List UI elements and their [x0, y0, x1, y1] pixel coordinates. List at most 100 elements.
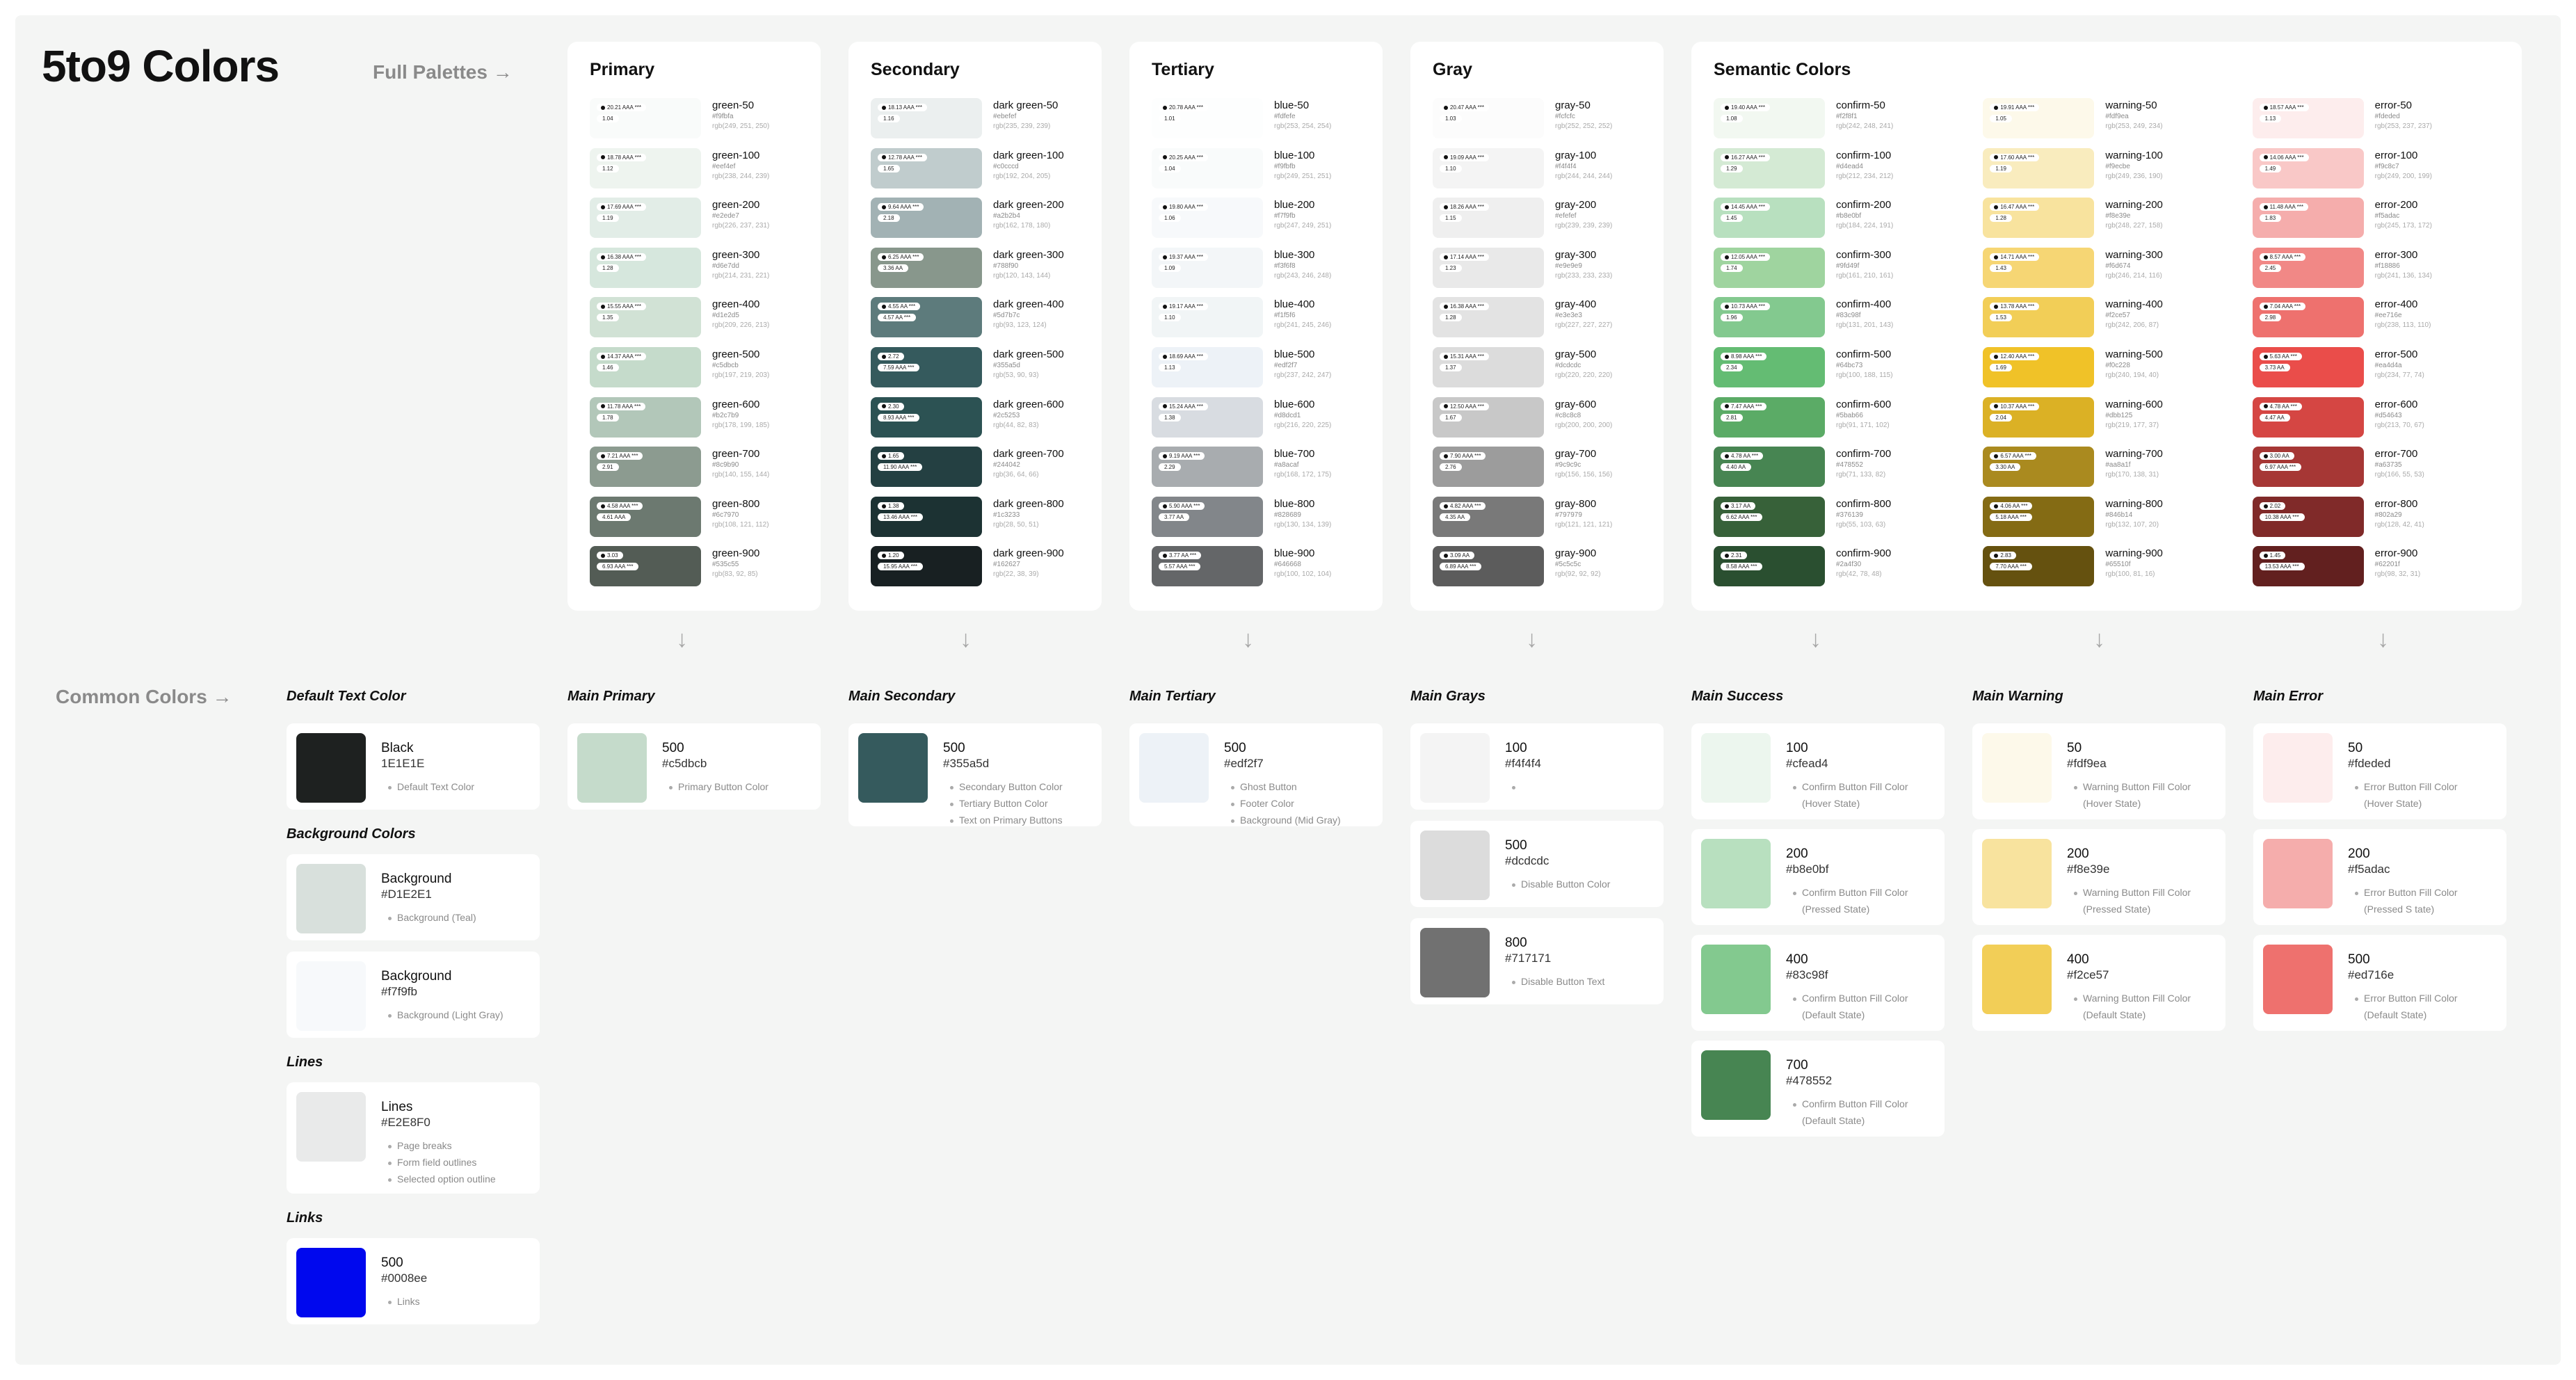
color-swatch[interactable]: 16.27 AAA *** 1.29	[1714, 147, 1825, 188]
color-swatch[interactable]: 7.21 AAA *** 2.91	[590, 447, 701, 488]
full-palettes-link[interactable]: Full Palettes →	[373, 61, 513, 83]
color-swatch[interactable]: 19.80 AAA *** 1.06	[1152, 198, 1263, 239]
color-swatch[interactable]: 8.57 AAA *** 2.45	[2252, 247, 2364, 288]
color-swatch[interactable]: 3.17 AA 6.62 AAA ***	[1714, 496, 1825, 537]
color-swatch[interactable]: 9.64 AAA *** 2.18	[871, 198, 982, 239]
color-card[interactable]: Background #f7f9fb Background (Light Gra…	[287, 952, 540, 1038]
color-card[interactable]: 500 #0008ee Links	[287, 1238, 540, 1324]
color-swatch[interactable]: 14.45 AAA *** 1.45	[1714, 198, 1825, 239]
color-swatch[interactable]: 18.78 AAA *** 1.12	[590, 147, 701, 188]
color-swatch[interactable]: 16.38 AAA *** 1.28	[1433, 297, 1544, 338]
swatch-rgb: rgb(249, 251, 251)	[1274, 172, 1332, 180]
contrast-pill: 3.36 AA	[878, 264, 909, 272]
contrast-pill: 4.82 AAA ***	[1440, 502, 1486, 510]
color-swatch[interactable]: 7.47 AAA *** 2.81	[1714, 396, 1825, 438]
common-colors-link[interactable]: Common Colors →	[56, 686, 232, 708]
color-swatch[interactable]: 18.69 AAA *** 1.13	[1152, 346, 1263, 387]
color-swatch[interactable]: 2.83 7.70 AAA ***	[1983, 546, 2095, 587]
color-swatch[interactable]: 11.78 AAA *** 1.78	[590, 396, 701, 438]
color-swatch[interactable]: 4.78 AA *** 4.47 AA	[2252, 396, 2364, 438]
color-card[interactable]: 400 #83c98f Confirm Button Fill Color (De…	[1691, 935, 1945, 1031]
contrast-pill: 1.65	[878, 452, 904, 460]
color-swatch[interactable]: 20.21 AAA *** 1.04	[590, 98, 701, 138]
color-card[interactable]: 50 #fdeded Error Button Fill Color (Hover…	[2253, 723, 2506, 819]
color-card[interactable]: 800 #717171 Disable Button Text	[1410, 918, 1664, 1004]
color-swatch[interactable]: 10.73 AAA *** 1.96	[1714, 297, 1825, 338]
color-swatch[interactable]: 18.26 AAA *** 1.15	[1433, 198, 1544, 239]
color-swatch[interactable]: 12.05 AAA *** 1.74	[1714, 247, 1825, 288]
color-swatch[interactable]: 2.02 10.38 AAA ***	[2252, 496, 2364, 537]
color-swatch[interactable]: 4.58 AAA *** 4.61 AAA	[590, 496, 701, 537]
color-swatch[interactable]: 6.25 AAA *** 3.36 AA	[871, 247, 982, 288]
color-swatch[interactable]: 18.57 AAA *** 1.13	[2252, 98, 2364, 138]
color-swatch[interactable]: 19.17 AAA *** 1.10	[1152, 297, 1263, 338]
swatch-info: dark green-900 #162627 rgb(22, 38, 39)	[993, 546, 1064, 579]
color-swatch[interactable]: 15.31 AAA *** 1.37	[1433, 346, 1544, 387]
color-swatch[interactable]: 2.30 8.93 AAA ***	[871, 396, 982, 438]
color-swatch[interactable]: 8.98 AAA *** 2.34	[1714, 346, 1825, 387]
color-swatch[interactable]: 3.03 6.93 AAA ***	[590, 546, 701, 587]
color-card[interactable]: Lines #E2E8F0 Page breaks Form field outl…	[287, 1082, 540, 1194]
color-swatch[interactable]: 17.60 AAA *** 1.19	[1983, 147, 2095, 188]
color-swatch[interactable]: 12.40 AAA *** 1.69	[1983, 346, 2095, 387]
color-swatch[interactable]: 17.69 AAA *** 1.19	[590, 198, 701, 239]
color-swatch[interactable]: 5.63 AA *** 3.73 AA	[2252, 346, 2364, 387]
color-card[interactable]: 500 #ed716e Error Button Fill Color (Defa…	[2253, 935, 2506, 1031]
color-swatch[interactable]: 7.90 AAA *** 2.76	[1433, 447, 1544, 488]
color-swatch[interactable]: 15.24 AAA *** 1.38	[1152, 396, 1263, 438]
color-swatch[interactable]: 4.78 AA *** 4.40 AA	[1714, 447, 1825, 488]
color-swatch[interactable]: 13.78 AAA *** 1.53	[1983, 297, 2095, 338]
color-swatch[interactable]: 9.19 AAA *** 2.29	[1152, 447, 1263, 488]
color-swatch[interactable]: 19.40 AAA *** 1.08	[1714, 98, 1825, 138]
color-card[interactable]: 200 #f5adac Error Button Fill Color (Pres…	[2253, 829, 2506, 925]
color-swatch[interactable]: 7.04 AAA *** 2.98	[2252, 297, 2364, 338]
color-swatch[interactable]: 16.38 AAA *** 1.28	[590, 247, 701, 288]
color-swatch[interactable]: 4.82 AAA *** 4.35 AA	[1433, 496, 1544, 537]
color-swatch[interactable]: 3.09 AA 6.89 AAA ***	[1433, 546, 1544, 587]
color-card[interactable]: 500 #355a5d Secondary Button Color Tertia…	[848, 723, 1102, 826]
color-swatch[interactable]: 11.48 AAA *** 1.83	[2252, 198, 2364, 239]
color-card[interactable]: 50 #fdf9ea Warning Button Fill Color (Hov…	[1972, 723, 2225, 819]
color-swatch[interactable]: 4.55 AA *** 4.57 AA ***	[871, 297, 982, 338]
color-card[interactable]: 500 #dcdcdc Disable Button Color	[1410, 821, 1664, 907]
color-card[interactable]: 700 #478552 Confirm Button Fill Color (De…	[1691, 1041, 1945, 1137]
color-swatch[interactable]: 20.47 AAA *** 1.03	[1433, 98, 1544, 138]
color-swatch[interactable]: 2.72 7.59 AAA ***	[871, 346, 982, 387]
color-card[interactable]: 500 #c5dbcb Primary Button Color	[567, 723, 821, 810]
color-swatch[interactable]: 1.20 15.95 AAA ***	[871, 546, 982, 587]
color-card[interactable]: 200 #f8e39e Warning Button Fill Color (Pr…	[1972, 829, 2225, 925]
color-swatch[interactable]: 3.00 AA 6.97 AAA ***	[2252, 447, 2364, 488]
color-swatch[interactable]: 14.37 AAA *** 1.46	[590, 346, 701, 387]
color-swatch[interactable]: 16.47 AAA *** 1.28	[1983, 198, 2095, 239]
color-swatch[interactable]: 15.55 AAA *** 1.35	[590, 297, 701, 338]
color-swatch[interactable]: 14.06 AAA *** 1.49	[2252, 147, 2364, 188]
color-card[interactable]: 500 #edf2f7 Ghost Button Footer Color Back…	[1129, 723, 1383, 826]
color-card[interactable]: 400 #f2ce57 Warning Button Fill Color (De…	[1972, 935, 2225, 1031]
color-swatch[interactable]: 19.09 AAA *** 1.10	[1433, 147, 1544, 188]
color-card[interactable]: Black 1E1E1E Default Text Color	[287, 723, 540, 810]
color-swatch[interactable]: 4.06 AA *** 5.18 AAA ***	[1983, 496, 2095, 537]
color-swatch[interactable]: 3.77 AA *** 5.57 AAA ***	[1152, 546, 1263, 587]
color-card[interactable]: 100 #f4f4f4	[1410, 723, 1664, 810]
color-card[interactable]: 100 #cfead4 Confirm Button Fill Color (Ho…	[1691, 723, 1945, 819]
swatch-row: 3.09 AA 6.89 AAA *** gray-900 #5c5c5c rg…	[1433, 546, 1664, 596]
color-swatch[interactable]: 1.65 11.90 AAA ***	[871, 447, 982, 488]
color-swatch[interactable]: 17.14 AAA *** 1.23	[1433, 247, 1544, 288]
color-swatch[interactable]: 12.50 AAA *** 1.67	[1433, 396, 1544, 438]
color-swatch[interactable]: 14.71 AAA *** 1.43	[1983, 247, 2095, 288]
color-card[interactable]: Background #D1E2E1 Background (Teal)	[287, 854, 540, 940]
color-swatch[interactable]: 2.31 8.58 AAA ***	[1714, 546, 1825, 587]
color-card[interactable]: 200 #b8e0bf Confirm Button Fill Color (Pr…	[1691, 829, 1945, 925]
color-swatch[interactable]: 18.13 AAA *** 1.16	[871, 98, 982, 138]
color-swatch[interactable]: 1.45 13.53 AAA ***	[2252, 546, 2364, 587]
color-swatch[interactable]: 19.91 AAA *** 1.05	[1983, 98, 2095, 138]
color-swatch[interactable]: 12.78 AAA *** 1.65	[871, 147, 982, 188]
arrow-down-icon: ↓	[1810, 626, 1821, 652]
color-swatch[interactable]: 5.90 AAA *** 3.77 AA	[1152, 496, 1263, 537]
color-swatch[interactable]: 6.57 AAA *** 3.30 AA	[1983, 447, 2095, 488]
color-swatch[interactable]: 20.78 AAA *** 1.01	[1152, 98, 1263, 138]
color-swatch[interactable]: 1.38 13.46 AAA ***	[871, 496, 982, 537]
color-swatch[interactable]: 19.37 AAA *** 1.09	[1152, 247, 1263, 288]
color-swatch[interactable]: 10.37 AAA *** 2.04	[1983, 396, 2095, 438]
color-swatch[interactable]: 20.25 AAA *** 1.04	[1152, 147, 1263, 188]
